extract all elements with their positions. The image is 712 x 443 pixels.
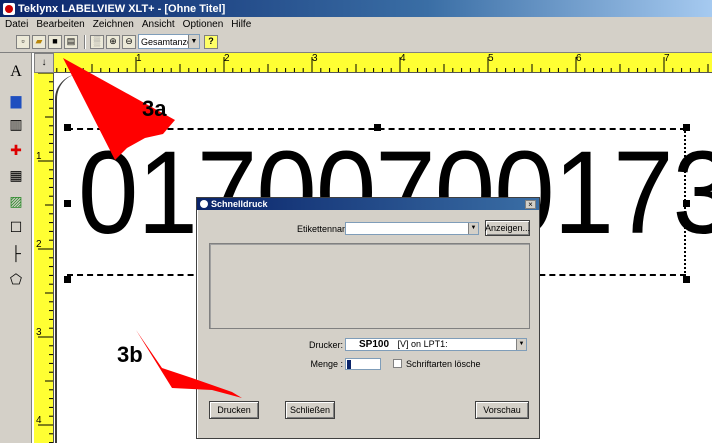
quantity-label: Menge : xyxy=(310,359,343,369)
zoom-select[interactable]: Gesamtanzeig ▼ xyxy=(138,34,200,49)
rfid-tool-icon[interactable]: ▦ xyxy=(5,164,27,186)
dialog-title: Schnelldruck xyxy=(211,199,268,209)
barcode-tool-icon[interactable]: ▥ xyxy=(5,113,27,135)
toolbar-separator xyxy=(84,34,86,49)
main-toolbar: ▫ ▰ ■ ▤ ▒ ⊕ ⊖ Gesamtanzeig ▼ ? xyxy=(0,31,712,53)
vertical-ruler: 1 2 3 4 xyxy=(34,73,54,443)
image-tool-icon[interactable]: ▆ xyxy=(5,89,27,111)
new-file-icon[interactable]: ▫ xyxy=(16,34,30,49)
help-icon[interactable]: ? xyxy=(204,34,218,49)
menu-optionen[interactable]: Optionen xyxy=(183,19,224,30)
line-tool-icon[interactable]: ├ xyxy=(5,242,27,264)
ruler-label: 2 xyxy=(36,239,42,250)
label-preview-area xyxy=(209,243,530,329)
preview-button[interactable]: Vorschau xyxy=(475,401,529,419)
delete-fonts-checkbox[interactable] xyxy=(393,359,402,368)
text-tool-icon[interactable]: A xyxy=(5,61,27,83)
text-cursor xyxy=(347,360,351,370)
callout-label-3a: 3a xyxy=(142,96,167,121)
ruler-label: 3 xyxy=(312,53,318,64)
picture-tool-icon[interactable]: ▨ xyxy=(5,190,27,212)
window-title: Teklynx LABELVIEW XLT+ - [Ohne Titel] xyxy=(18,2,226,15)
dialog-app-icon xyxy=(200,200,208,208)
quantity-field[interactable]: 1 xyxy=(345,358,381,370)
menu-ansicht[interactable]: Ansicht xyxy=(142,19,175,30)
label-name-label: Etikettenname: xyxy=(297,224,358,234)
ruler-label: 7 xyxy=(664,53,670,64)
save-icon[interactable]: ■ xyxy=(48,34,62,49)
menu-bar: Datei Bearbeiten Zeichnen Ansicht Option… xyxy=(0,17,712,31)
selection-handle[interactable] xyxy=(64,276,71,283)
open-folder-icon[interactable]: ▰ xyxy=(32,34,46,49)
app-logo-icon xyxy=(3,2,15,15)
menu-datei[interactable]: Datei xyxy=(5,19,28,30)
vertical-ruler-ticks xyxy=(38,73,53,443)
ruler-label: 6 xyxy=(576,53,582,64)
barcode2d-tool-icon[interactable]: ✚ xyxy=(5,139,27,161)
grid-icon[interactable]: ▒ xyxy=(90,34,104,49)
arrow-b-shape xyxy=(136,330,242,398)
show-button[interactable]: Anzeigen... xyxy=(485,220,530,236)
printer-combo[interactable]: SP100 [V] on LPT1: ▼ xyxy=(345,338,527,351)
zoom-in-icon[interactable]: ⊕ xyxy=(106,34,120,49)
printer-label: Drucker: xyxy=(308,340,343,350)
selection-handle[interactable] xyxy=(683,276,690,283)
chevron-down-icon[interactable]: ▼ xyxy=(468,223,478,234)
window-title-bar[interactable]: Teklynx LABELVIEW XLT+ - [Ohne Titel] xyxy=(0,0,712,17)
ruler-label: 1 xyxy=(36,151,42,162)
print-icon[interactable]: ▤ xyxy=(64,34,78,49)
menu-zeichnen[interactable]: Zeichnen xyxy=(93,19,134,30)
menu-bearbeiten[interactable]: Bearbeiten xyxy=(36,19,84,30)
label-name-combo[interactable]: ▼ xyxy=(345,222,479,235)
rectangle-tool-icon[interactable]: ☐ xyxy=(5,216,27,238)
ruler-label: 4 xyxy=(36,415,42,426)
ruler-label: 3 xyxy=(36,327,42,338)
callout-label-3b: 3b xyxy=(117,342,143,367)
delete-fonts-label: Schriftarten lösche xyxy=(406,359,481,369)
polygon-tool-icon[interactable]: ⬠ xyxy=(5,268,27,290)
dialog-title-bar[interactable]: Schnelldruck xyxy=(197,198,539,210)
chevron-down-icon[interactable]: ▼ xyxy=(516,339,526,350)
chevron-down-icon[interactable]: ▼ xyxy=(188,35,199,48)
menu-hilfe[interactable]: Hilfe xyxy=(231,19,251,30)
selection-handle[interactable] xyxy=(64,200,71,207)
printer-port: [V] on LPT1: xyxy=(397,339,448,349)
tool-palette: A ▆ ▥ ✚ ▦ ▨ ☐ ├ ⬠ xyxy=(0,53,32,443)
close-icon[interactable]: × xyxy=(525,200,536,209)
ruler-label: 4 xyxy=(400,53,406,64)
printer-name: SP100 xyxy=(359,339,390,350)
callout-arrow-3b xyxy=(136,330,242,398)
ruler-label: 2 xyxy=(224,53,230,64)
zoom-out-icon[interactable]: ⊖ xyxy=(122,34,136,49)
close-button[interactable]: Schließen xyxy=(285,401,335,419)
ruler-label: 5 xyxy=(488,53,494,64)
ruler-origin-button[interactable]: ↓ xyxy=(34,53,54,73)
